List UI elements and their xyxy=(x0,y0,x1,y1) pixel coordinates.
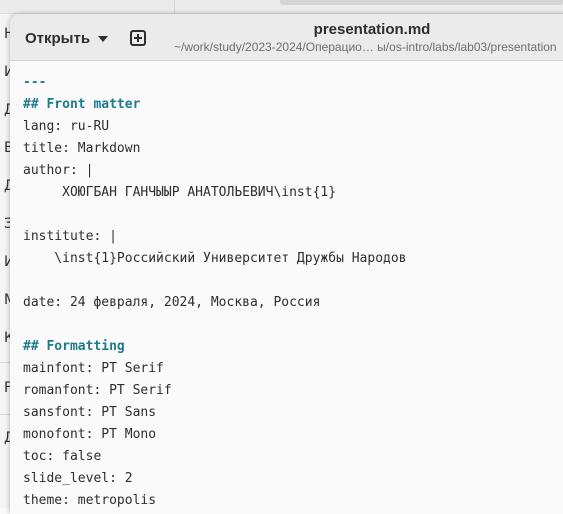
background-scrollbar[interactable] xyxy=(280,0,563,5)
chevron-down-icon xyxy=(98,35,109,42)
code-line: theme: metropolis xyxy=(23,493,157,508)
editor-text-area[interactable]: --- ## Front matter lang: ru-RU title: M… xyxy=(10,61,563,514)
header-bar: Открыть presentation.md ~/work/study/202… xyxy=(10,14,563,61)
code-line: ХОЮГБАН ГАНЧЫЫР АНАТОЛЬЕВИЧ\inst{1} xyxy=(23,185,337,200)
document-title: presentation.md xyxy=(313,21,431,38)
code-line: slide_level: 2 xyxy=(23,471,133,486)
text-editor-window: Открыть presentation.md ~/work/study/202… xyxy=(10,14,563,514)
new-tab-icon xyxy=(130,30,146,46)
code-line: institute: | xyxy=(23,229,117,244)
code-line: mainfont: PT Serif xyxy=(23,361,164,376)
code-line: author: | xyxy=(23,163,94,178)
document-path: ~/work/study/2023-2024/Операцио… ы/os-in… xyxy=(174,40,557,54)
code-line: \inst{1}Российский Университет Дружбы На… xyxy=(23,251,407,266)
new-tab-button[interactable] xyxy=(124,28,152,48)
code-line: romanfont: PT Serif xyxy=(23,383,172,398)
open-button-label: Открыть xyxy=(25,29,91,47)
code-line: lang: ru-RU xyxy=(23,119,110,134)
code-line: date: 24 февраля, 2024, Москва, Россия xyxy=(23,295,321,310)
background-divider xyxy=(174,0,175,14)
code-line-heading: ## Front matter xyxy=(23,97,141,112)
code-line: --- xyxy=(23,75,47,90)
code-line: toc: false xyxy=(23,449,102,464)
background-toolbar xyxy=(0,0,563,14)
code-line: monofont: PT Mono xyxy=(23,427,157,442)
code-line-heading: ## Formatting xyxy=(23,339,125,354)
code-line: sansfont: PT Sans xyxy=(23,405,157,420)
window-title-block: presentation.md ~/work/study/2023-2024/О… xyxy=(160,21,563,57)
code-line: title: Markdown xyxy=(23,141,141,156)
open-button[interactable]: Открыть xyxy=(17,24,116,52)
